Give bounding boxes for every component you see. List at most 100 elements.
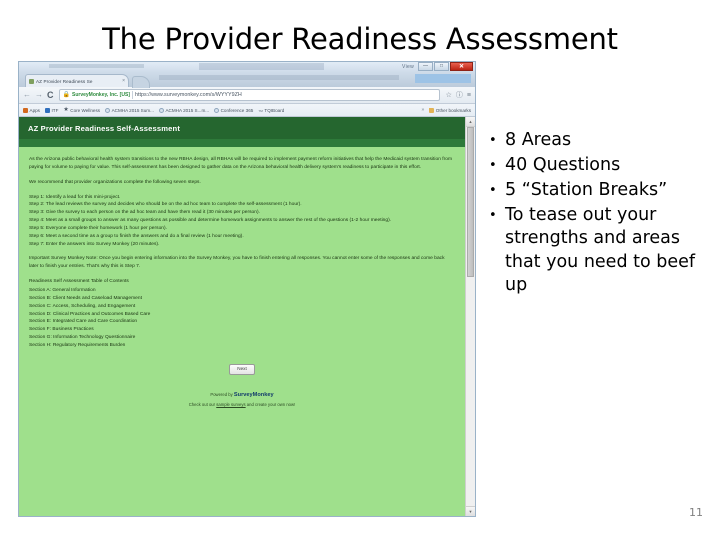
- list-item: • To tease out your strengths and areas …: [489, 204, 705, 296]
- bookmark-label: ITF: [51, 107, 59, 113]
- address-bar-separator: [131, 91, 133, 99]
- toc-section: Section D: Clinical Practices and Outcom…: [29, 311, 151, 317]
- other-bookmarks-item[interactable]: Other bookmarks: [429, 107, 471, 113]
- window-controls: View — □ ✕: [402, 62, 473, 71]
- bookmark-label: Apps: [29, 107, 40, 113]
- slide-page-number: 11: [689, 506, 703, 519]
- blue-square-icon: [44, 107, 50, 113]
- tabstrip-ghost-decoration: [159, 75, 399, 80]
- browser-titlebar: View — □ ✕: [19, 62, 475, 72]
- bullet-text: 5 “Station Breaks”: [505, 180, 668, 201]
- folder-icon: [429, 107, 435, 113]
- toc-section: Section E: Integrated Care and Care Coor…: [29, 319, 138, 325]
- site-identity-label: SurveyMonkey, Inc. [US]: [71, 92, 130, 98]
- bookmark-label: ACMHA 2015 S...m...: [165, 107, 210, 113]
- survey-table-of-contents: Readiness Self Assessment Table of Conte…: [29, 278, 455, 350]
- tabstrip-blue-block: [415, 74, 471, 83]
- globe-icon: [158, 107, 164, 113]
- page-favicon-icon: [29, 78, 34, 84]
- page-scrollbar[interactable]: ▲ ▼: [465, 117, 475, 516]
- scrollbar-thumb[interactable]: [467, 127, 474, 277]
- survey-step: Step 3: Give the survey to each person o…: [29, 210, 260, 216]
- browser-statusbar: [19, 516, 475, 517]
- toc-section: Section H: Regulatory Requirements Burde…: [29, 342, 126, 348]
- toc-section: Section F: Business Practices: [29, 327, 94, 333]
- toc-title: Readiness Self Assessment Table of Conte…: [29, 279, 129, 285]
- globe-icon: [105, 107, 111, 113]
- toc-section: Section C: Access, Scheduling, and Engag…: [29, 303, 136, 309]
- bookmark-item[interactable]: ITF: [44, 107, 59, 113]
- info-icon[interactable]: ⓘ: [456, 92, 463, 99]
- bullet-dot-icon: •: [489, 208, 497, 224]
- close-icon[interactable]: ×: [122, 78, 125, 84]
- scroll-up-arrow-icon[interactable]: ▲: [466, 117, 475, 127]
- close-button[interactable]: ✕: [450, 62, 473, 71]
- bookmark-item[interactable]: ACMHA 2015 S...m...: [158, 107, 210, 113]
- bullet-list: • 8 Areas • 40 Questions • 5 “Station Br…: [489, 129, 705, 299]
- survey-footer: Powered by SurveyMonkey Check out our sa…: [29, 391, 455, 408]
- bullet-text: To tease out your strengths and areas th…: [505, 205, 696, 295]
- reload-icon[interactable]: C: [47, 90, 54, 100]
- bookmark-item[interactable]: тм TQIBoard: [258, 108, 284, 113]
- next-button[interactable]: Next: [229, 363, 255, 376]
- toc-section: Section A: General Information: [29, 287, 96, 293]
- survey-steps-list: Step 1: Identify a lead for this mini-pr…: [29, 194, 455, 249]
- bullet-text: 40 Questions: [505, 155, 621, 176]
- titlebar-ghost-decoration-2: [199, 63, 324, 70]
- page-title: The Provider Readiness Assessment: [102, 22, 618, 56]
- maximize-button[interactable]: □: [434, 62, 449, 71]
- address-bar[interactable]: 🔒 SurveyMonkey, Inc. [US] https://www.su…: [58, 89, 440, 101]
- bookmark-item[interactable]: Apps: [23, 107, 40, 113]
- star-icon: ★: [63, 106, 69, 113]
- bookmarks-bar: Apps ITF ★ Core Wellness ACMHA 2015 Sum.…: [19, 104, 475, 117]
- footer-sample-line: Check out our sample surveys and create …: [29, 401, 455, 408]
- survey-step: Step 1: Identify a lead for this mini-pr…: [29, 194, 121, 200]
- forward-arrow-icon[interactable]: →: [35, 91, 43, 99]
- footer-sample-suffix: and create your own now!: [245, 401, 296, 407]
- list-item: • 40 Questions: [489, 154, 705, 177]
- footer-powered-line: Powered by SurveyMonkey: [29, 391, 455, 401]
- scroll-down-arrow-icon[interactable]: ▼: [466, 506, 475, 516]
- address-bar-url: https://www.surveymonkey.com/s/WYYY9ZH: [134, 92, 242, 98]
- list-item: • 8 Areas: [489, 129, 705, 152]
- survey-step: Step 6: Meet a second time as a group to…: [29, 233, 244, 239]
- browser-viewport: AZ Provider Readiness Self-Assessment As…: [19, 117, 475, 516]
- browser-tab-active[interactable]: AZ Provider Readiness Se ×: [25, 74, 129, 87]
- minimize-button[interactable]: —: [418, 62, 433, 71]
- survey-step: Step 5: Everyone complete their homework…: [29, 225, 167, 231]
- bookmark-star-icon[interactable]: ☆: [446, 92, 452, 99]
- bookmark-item[interactable]: Conference 365: [214, 107, 254, 113]
- bookmarks-overflow-icon[interactable]: »: [421, 107, 424, 113]
- toolbar-right-icons: ☆ ⓘ ≡: [444, 92, 471, 99]
- survey-page: AZ Provider Readiness Self-Assessment As…: [19, 117, 465, 516]
- other-bookmarks-label: Other bookmarks: [435, 107, 471, 113]
- list-item: • 5 “Station Breaks”: [489, 179, 705, 202]
- survey-step: Step 2: The lead reviews the survey and …: [29, 202, 302, 208]
- next-button-row: Next: [29, 363, 455, 376]
- browser-tab-title: AZ Provider Readiness Se: [36, 78, 93, 84]
- survey-step: Step 7: Enter the answers into Survey Mo…: [29, 241, 160, 247]
- footer-powered-label: Powered by: [210, 392, 233, 398]
- back-arrow-icon[interactable]: ←: [23, 91, 31, 99]
- bullet-dot-icon: •: [489, 133, 497, 148]
- titlebar-ghost-decoration: [49, 64, 144, 68]
- bullet-dot-icon: •: [489, 183, 497, 199]
- bookmark-label: Conference 365: [220, 107, 254, 113]
- text-icon: тм: [258, 107, 263, 113]
- new-tab-button[interactable]: [132, 76, 150, 88]
- bullet-dot-icon: •: [489, 158, 497, 174]
- survey-header-subbar: [19, 139, 465, 147]
- survey-step: Step 4: Meet as a small groups to answer…: [29, 218, 392, 224]
- footer-brand-link[interactable]: SurveyMonkey: [234, 392, 274, 398]
- footer-sample-link[interactable]: sample surveys: [216, 402, 245, 407]
- window-restore-label: View: [402, 63, 414, 70]
- hamburger-menu-icon[interactable]: ≡: [467, 92, 471, 99]
- footer-sample-prefix: Check out our: [188, 401, 217, 407]
- bookmark-item[interactable]: ★ Core Wellness: [63, 106, 101, 113]
- bookmark-label: Core Wellness: [70, 107, 101, 113]
- survey-header-title: AZ Provider Readiness Self-Assessment: [19, 117, 465, 139]
- bookmark-item[interactable]: ACMHA 2015 Sum...: [105, 107, 154, 113]
- toc-section: Section B: Client Needs and Caseload Man…: [29, 295, 142, 301]
- toc-section: Section G: Information Technology Questi…: [29, 335, 136, 341]
- survey-intro-paragraph: As the Arizona public behavioral health …: [29, 157, 453, 170]
